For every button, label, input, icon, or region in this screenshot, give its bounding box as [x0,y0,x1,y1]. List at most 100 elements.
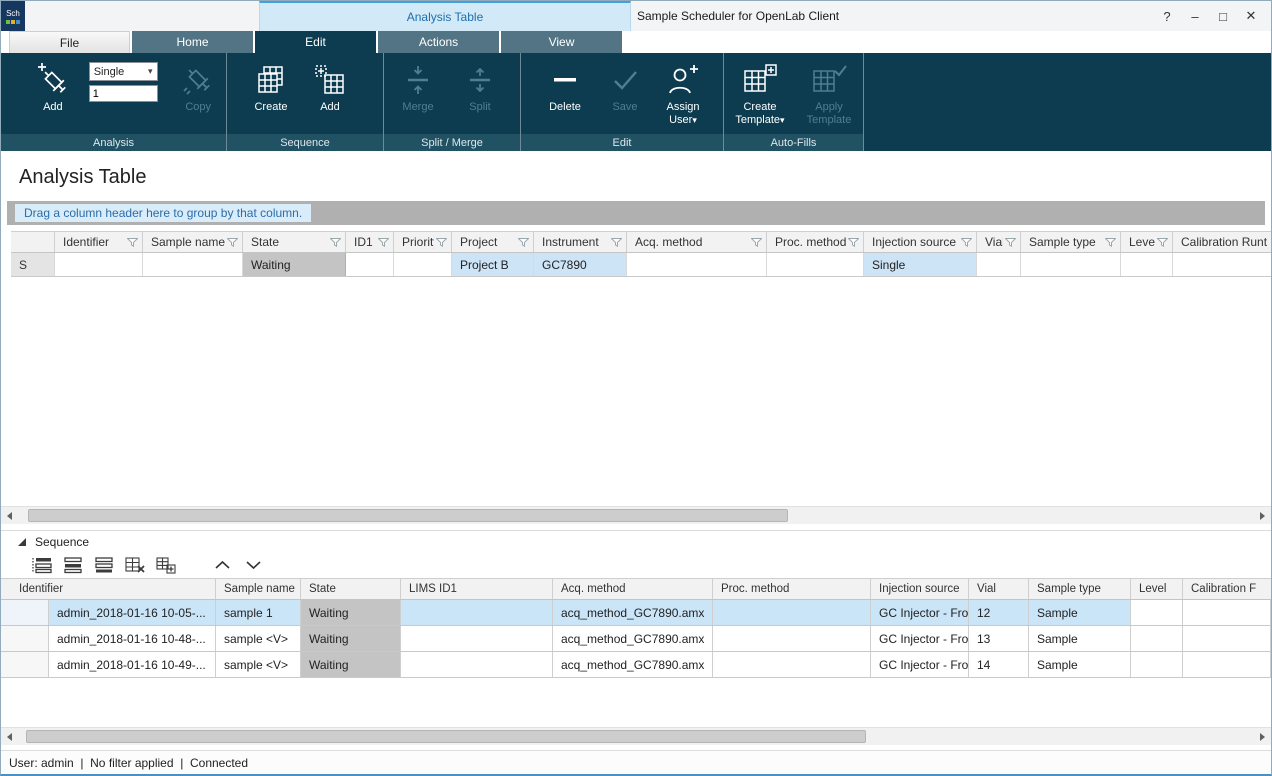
minimize-button[interactable]: – [1181,3,1209,29]
cell-injection-source[interactable]: GC Injector - Front [871,652,969,677]
cell-row-indicator[interactable] [1,626,49,651]
column-header-acq-method[interactable]: Acq. method [553,579,713,599]
filter-funnel-icon[interactable] [227,238,238,247]
scrollbar-track[interactable] [18,507,1254,524]
scrollbar-thumb[interactable] [28,509,788,522]
cell-level[interactable] [1131,600,1183,625]
tab-edit[interactable]: Edit [255,31,376,53]
group-by-bar[interactable]: Drag a column header here to group by th… [7,201,1265,225]
cell-proc-method[interactable] [767,253,864,276]
cell-calibration[interactable] [1183,652,1271,677]
analysis-horizontal-scrollbar[interactable] [1,506,1271,524]
column-header-sample-name[interactable]: Sample name [216,579,301,599]
cell-identifier[interactable]: admin_2018-01-16 10-05-... [49,600,216,625]
cell-identifier[interactable]: admin_2018-01-16 10-49-... [49,652,216,677]
help-button[interactable]: ? [1153,3,1181,29]
sequence-row[interactable]: admin_2018-01-16 10-05-... sample 1 Wait… [1,600,1271,626]
cell-sample-name[interactable] [143,253,243,276]
table-insert-row-button[interactable] [29,554,55,576]
cell-project[interactable]: Project B [452,253,534,276]
move-row-up-button[interactable] [209,554,235,576]
table-duplicate-button[interactable] [153,554,179,576]
filter-funnel-icon[interactable] [518,238,529,247]
cell-lims-id1[interactable] [401,652,553,677]
cell-instrument[interactable]: GC7890 [534,253,627,276]
filter-funnel-icon[interactable] [848,238,859,247]
column-header-priority[interactable]: Priority [394,232,452,252]
cell-sample-type[interactable]: Sample [1029,600,1131,625]
tab-home[interactable]: Home [132,31,253,53]
column-header-lims-id1[interactable]: LIMS ID1 [401,579,553,599]
copy-analysis-button[interactable]: Copy [170,56,226,114]
cell-sample-name[interactable]: sample <V> [216,626,301,651]
column-header-instrument[interactable]: Instrument [534,232,627,252]
apply-template-button[interactable]: Apply Template [800,56,858,127]
cell-sample-type[interactable]: Sample [1029,652,1131,677]
maximize-button[interactable]: □ [1209,3,1237,29]
column-header-identifier[interactable]: Identifier [55,232,143,252]
cell-sample-name[interactable]: sample 1 [216,600,301,625]
tab-actions[interactable]: Actions [378,31,499,53]
app-icon[interactable]: Sch [1,1,25,31]
scrollbar-thumb[interactable] [26,730,866,743]
scroll-right-arrow[interactable] [1254,507,1271,524]
column-header-id1[interactable]: ID1 [346,232,394,252]
cell-injection-source[interactable]: GC Injector - Front [871,600,969,625]
assign-user-button[interactable]: Assign User▾ [655,56,711,127]
split-button[interactable]: Split [454,56,506,114]
cell-acq-method[interactable]: acq_method_GC7890.amx [553,600,713,625]
sequence-section-header[interactable]: Sequence [1,530,1271,552]
column-header-identifier[interactable]: Identifier [1,579,216,599]
analysis-type-select[interactable]: Single ▾ [89,62,159,81]
cell-state[interactable]: Waiting [301,626,401,651]
cell-vial[interactable]: 12 [969,600,1029,625]
column-header-proc-method[interactable]: Proc. method [713,579,871,599]
column-header-level[interactable]: Level [1131,579,1183,599]
analysis-count-input[interactable] [89,85,159,102]
sequence-row[interactable]: admin_2018-01-16 10-48-... sample <V> Wa… [1,626,1271,652]
cell-identifier[interactable]: admin_2018-01-16 10-48-... [49,626,216,651]
cell-sample-name[interactable]: sample <V> [216,652,301,677]
column-header-level[interactable]: Level [1121,232,1173,252]
filter-funnel-icon[interactable] [1105,238,1116,247]
scroll-left-arrow[interactable] [1,507,18,524]
row-indicator-header[interactable] [11,232,55,252]
create-template-button[interactable]: Create Template▾ [730,56,790,127]
collapse-expander-icon[interactable] [17,537,27,547]
column-header-state[interactable]: State [301,579,401,599]
cell-acq-method[interactable]: acq_method_GC7890.amx [553,652,713,677]
column-header-calibration[interactable]: Calibration Runty [1173,232,1271,252]
cell-sample-type[interactable]: Sample [1029,626,1131,651]
scroll-left-arrow[interactable] [1,728,18,745]
cell-injection-source[interactable]: GC Injector - Front [871,626,969,651]
analysis-row[interactable]: S Waiting Project B GC7890 Single [11,253,1271,277]
filter-funnel-icon[interactable] [961,238,972,247]
cell-identifier[interactable] [55,253,143,276]
filter-funnel-icon[interactable] [1157,238,1168,247]
column-header-calibration[interactable]: Calibration F [1183,579,1271,599]
cell-state[interactable]: Waiting [301,652,401,677]
sequence-row[interactable]: admin_2018-01-16 10-49-... sample <V> Wa… [1,652,1271,678]
cell-proc-method[interactable] [713,600,871,625]
add-analysis-button[interactable]: Add [27,56,79,114]
table-add-row-button[interactable] [60,554,86,576]
cell-acq-method[interactable] [627,253,767,276]
create-sequence-button[interactable]: Create [243,56,299,114]
tab-file[interactable]: File [9,31,130,53]
cell-vial[interactable]: 14 [969,652,1029,677]
save-button[interactable]: Save [601,56,649,114]
column-header-vial[interactable]: Vial [977,232,1021,252]
column-header-acq-method[interactable]: Acq. method [627,232,767,252]
cell-sample-type[interactable] [1021,253,1121,276]
column-header-sample-name[interactable]: Sample name [143,232,243,252]
column-header-injection-source[interactable]: Injection source [864,232,977,252]
table-append-row-button[interactable] [91,554,117,576]
filter-funnel-icon[interactable] [611,238,622,247]
column-header-sample-type[interactable]: Sample type [1021,232,1121,252]
cell-state[interactable]: Waiting [301,600,401,625]
cell-lims-id1[interactable] [401,600,553,625]
merge-button[interactable]: Merge [392,56,444,114]
add-sequence-button[interactable]: Add [305,56,355,114]
move-row-down-button[interactable] [240,554,266,576]
cell-calibration[interactable] [1173,253,1271,276]
